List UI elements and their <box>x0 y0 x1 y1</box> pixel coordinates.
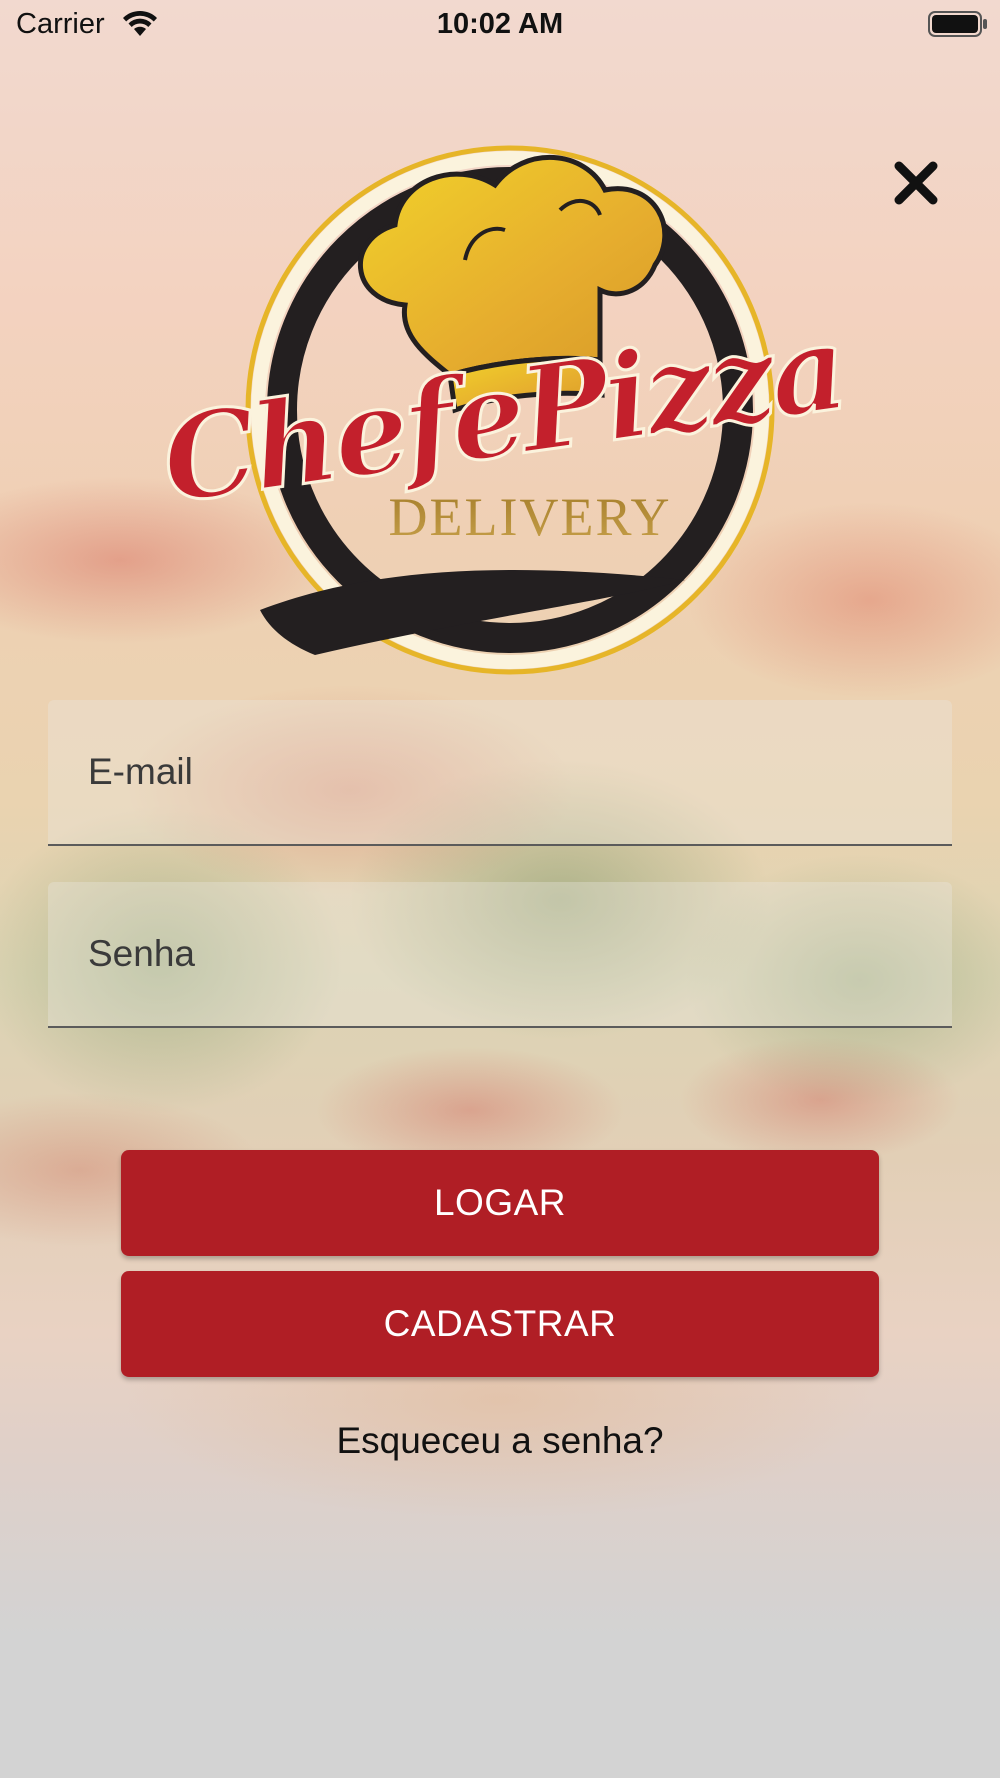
password-field[interactable] <box>48 882 952 1028</box>
status-bar: Carrier 10:02 AM <box>0 0 1000 50</box>
login-button[interactable]: LOGAR <box>121 1150 879 1256</box>
password-input[interactable] <box>48 882 952 1026</box>
forgot-password-link[interactable]: Esqueceu a senha? <box>0 1420 1000 1462</box>
register-button[interactable]: CADASTRAR <box>121 1271 879 1377</box>
chefe-pizza-logo: ChefePizza DELIVERY <box>165 145 845 675</box>
close-icon[interactable] <box>893 160 939 206</box>
login-screen: Carrier 10:02 AM ChefePizza DELIVERY E-m… <box>0 0 1000 1778</box>
email-field[interactable] <box>48 700 952 846</box>
clock: 10:02 AM <box>436 8 564 40</box>
battery-icon <box>928 11 987 37</box>
email-input[interactable] <box>48 700 952 844</box>
svg-text:DELIVERY: DELIVERY <box>389 487 672 547</box>
